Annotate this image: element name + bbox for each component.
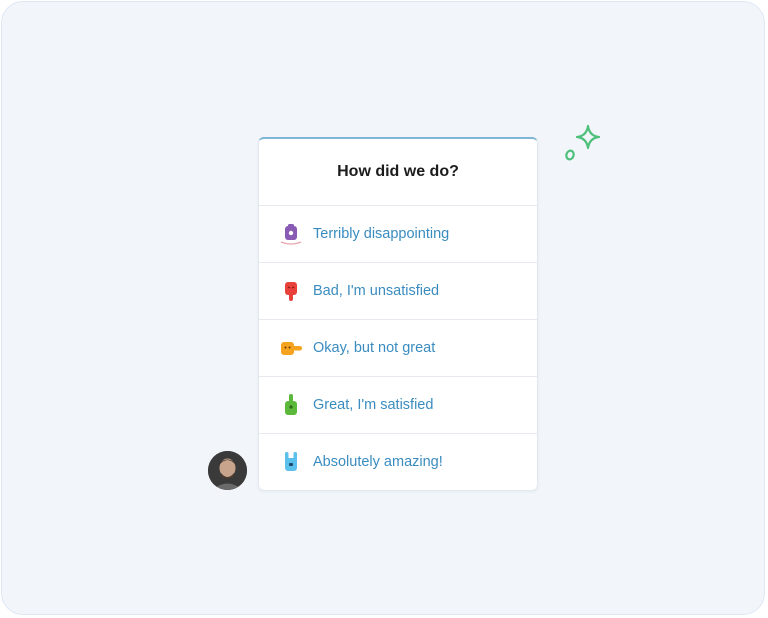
survey-title: How did we do?	[259, 139, 537, 206]
option-label: Terribly disappointing	[313, 226, 450, 242]
option-label: Great, I'm satisfied	[313, 397, 434, 413]
orange-sideways-thumb-icon	[281, 342, 302, 355]
user-portrait-icon	[208, 451, 247, 490]
avatar	[208, 451, 247, 490]
red-thumbs-down-icon	[285, 282, 297, 301]
option-label: Okay, but not great	[313, 340, 436, 356]
option-label: Bad, I'm unsatisfied	[313, 283, 440, 299]
option-okay-not-great[interactable]: Okay, but not great	[259, 320, 537, 377]
purple-sad-face-icon	[280, 224, 302, 245]
green-thumbs-up-icon	[285, 394, 297, 415]
blue-rock-hand-icon	[285, 452, 297, 471]
option-terribly-disappointing[interactable]: Terribly disappointing	[259, 206, 537, 263]
sparkle-decoration-icon	[565, 124, 601, 161]
feedback-card: How did we do? Terribly disappointing Ba…	[258, 137, 538, 491]
option-label: Absolutely amazing!	[313, 454, 443, 470]
option-great-satisfied[interactable]: Great, I'm satisfied	[259, 377, 537, 434]
option-bad-unsatisfied[interactable]: Bad, I'm unsatisfied	[259, 263, 537, 320]
option-absolutely-amazing[interactable]: Absolutely amazing!	[259, 434, 537, 490]
